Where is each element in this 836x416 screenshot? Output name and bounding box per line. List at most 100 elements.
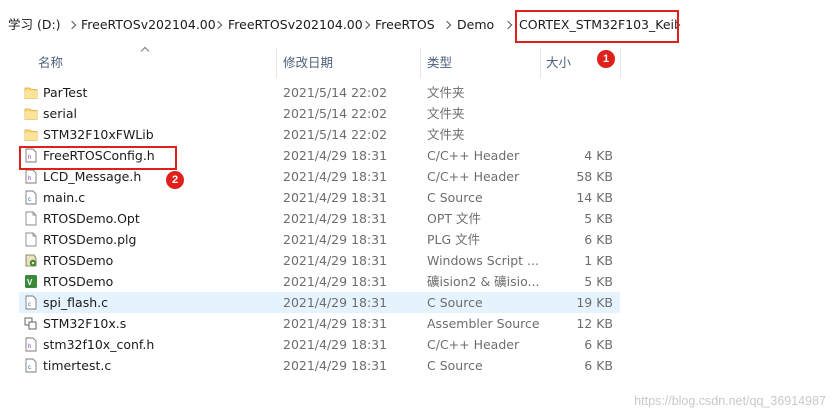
breadcrumb-folder-2[interactable]: FreeRTOSv202104.00 [228, 17, 363, 33]
folder-icon [24, 106, 38, 121]
keil-icon: V [24, 274, 38, 289]
breadcrumb-folder-1[interactable]: FreeRTOSv202104.00 [81, 17, 216, 33]
file-date: 2021/4/29 18:31 [283, 232, 388, 247]
column-divider[interactable] [276, 48, 277, 78]
file-size: 4 KB [584, 148, 613, 163]
chevron-right-icon[interactable] [442, 19, 452, 31]
file-type: 文件夹 [427, 106, 465, 121]
file-date: 2021/4/29 18:31 [283, 190, 388, 205]
column-divider[interactable] [540, 48, 541, 78]
file-date: 2021/5/14 22:02 [283, 127, 388, 142]
file-size: 1 KB [584, 253, 613, 268]
svg-text:c: c [28, 365, 31, 371]
file-type: OPT 文件 [427, 211, 481, 226]
breadcrumb-folder-4[interactable]: Demo [457, 17, 494, 33]
watermark-text: https://blog.csdn.net/qq_36914987 [634, 394, 826, 408]
file-size: 12 KB [576, 316, 613, 331]
file-type: 礦ision2 & 礦isio... [427, 274, 539, 289]
file-type: C Source [427, 358, 483, 373]
breadcrumb-drive[interactable]: 学习 (D:) [8, 17, 61, 33]
file-size [539, 105, 613, 122]
svg-text:V: V [27, 278, 33, 287]
file-type: C/C++ Header [427, 169, 520, 184]
file-name: spi_flash.c [43, 295, 108, 310]
file-type: C/C++ Header [427, 337, 520, 352]
file-row[interactable]: STM32F10x.s 2021/4/29 18:31 Assembler Sour… [19, 313, 620, 334]
file-name: RTOSDemo.Opt [43, 211, 140, 226]
file-date: 2021/4/29 18:31 [283, 274, 388, 289]
file-size: 5 KB [584, 211, 613, 226]
file-name: stm32f10x_conf.h [43, 337, 155, 352]
file-row[interactable]: RTOSDemo 2021/4/29 18:31 Windows Script ..… [19, 250, 620, 271]
file-type: C Source [427, 295, 483, 310]
file-date: 2021/4/29 18:31 [283, 253, 388, 268]
file-size [539, 126, 613, 143]
c-file-icon: c [24, 190, 38, 205]
file-row[interactable]: h stm32f10x_conf.h 2021/4/29 18:31 C/C++ He… [19, 334, 620, 355]
column-header-type[interactable]: 类型 [427, 55, 452, 71]
file-row[interactable]: ParTest 2021/5/14 22:02 文件夹 [19, 82, 620, 103]
file-row[interactable]: c spi_flash.c 2021/4/29 18:31 C Source 19 KB [19, 292, 620, 313]
file-date: 2021/4/29 18:31 [283, 295, 388, 310]
file-name: timertest.c [43, 358, 112, 373]
breadcrumb-folder-3[interactable]: FreeRTOS [375, 17, 435, 33]
script-icon [24, 253, 38, 268]
annotation-badge-2: 2 [166, 171, 184, 189]
file-size [539, 84, 613, 101]
file-date: 2021/4/29 18:31 [283, 358, 388, 373]
file-row[interactable]: V RTOSDemo 2021/4/29 18:31 礦ision2 & 礦isio.… [19, 271, 620, 292]
file-type: 文件夹 [427, 85, 465, 100]
file-name: RTOSDemo [43, 274, 114, 289]
file-type: C/C++ Header [427, 148, 520, 163]
column-header-date[interactable]: 修改日期 [283, 55, 333, 71]
file-size: 58 KB [576, 169, 613, 184]
file-size: 14 KB [576, 190, 613, 205]
file-row[interactable]: RTOSDemo.Opt 2021/4/29 18:31 OPT 文件 5 KB [19, 208, 620, 229]
file-date: 2021/4/29 18:31 [283, 337, 388, 352]
file-name: LCD_Message.h [43, 169, 142, 184]
chevron-right-icon[interactable] [503, 19, 513, 31]
chevron-right-icon[interactable] [361, 19, 371, 31]
file-type: PLG 文件 [427, 232, 481, 247]
file-row[interactable]: c timertest.c 2021/4/29 18:31 C Source 6 KB [19, 355, 620, 376]
file-date: 2021/5/14 22:02 [283, 106, 388, 121]
file-name: RTOSDemo.plg [43, 232, 137, 247]
chevron-right-icon[interactable] [213, 19, 223, 31]
svg-text:h: h [28, 176, 31, 182]
column-header-name[interactable]: 名称 [38, 55, 63, 71]
file-size: 19 KB [576, 295, 613, 310]
file-date: 2021/5/14 22:02 [283, 85, 388, 100]
column-divider[interactable] [620, 48, 621, 78]
file-name: RTOSDemo [43, 253, 114, 268]
asm-file-icon [24, 316, 38, 331]
column-header-bar: 名称 修改日期 类型 大小 [0, 44, 836, 78]
file-size: 6 KB [584, 358, 613, 373]
file-type: Assembler Source [427, 316, 539, 331]
highlight-box-current-folder [515, 10, 679, 43]
file-row[interactable]: c main.c 2021/4/29 18:31 C Source 14 KB [19, 187, 620, 208]
file-name: main.c [43, 190, 86, 205]
file-size: 6 KB [584, 337, 613, 352]
file-row[interactable]: STM32F10xFWLib 2021/5/14 22:02 文件夹 [19, 124, 620, 145]
h-file-icon: h [24, 337, 38, 352]
file-name: STM32F10x.s [43, 316, 127, 331]
file-type: C Source [427, 190, 483, 205]
file-date: 2021/4/29 18:31 [283, 169, 388, 184]
file-name: STM32F10xFWLib [43, 127, 154, 142]
file-type: Windows Script ... [427, 253, 539, 268]
file-size: 6 KB [584, 232, 613, 247]
column-header-size[interactable]: 大小 [546, 55, 571, 71]
file-row[interactable]: serial 2021/5/14 22:02 文件夹 [19, 103, 620, 124]
address-bar[interactable]: 学习 (D:) FreeRTOSv202104.00 FreeRTOSv2021… [0, 0, 836, 42]
folder-icon [24, 85, 38, 100]
c-file-icon: c [24, 358, 38, 373]
file-date: 2021/4/29 18:31 [283, 148, 388, 163]
highlight-box-config-file [19, 146, 177, 170]
file-row[interactable]: RTOSDemo.plg 2021/4/29 18:31 PLG 文件 6 KB [19, 229, 620, 250]
file-name: serial [43, 106, 77, 121]
file-size: 5 KB [584, 274, 613, 289]
column-divider[interactable] [420, 48, 421, 78]
chevron-right-icon[interactable] [67, 19, 77, 31]
file-name: ParTest [43, 85, 88, 100]
folder-icon [24, 127, 38, 142]
